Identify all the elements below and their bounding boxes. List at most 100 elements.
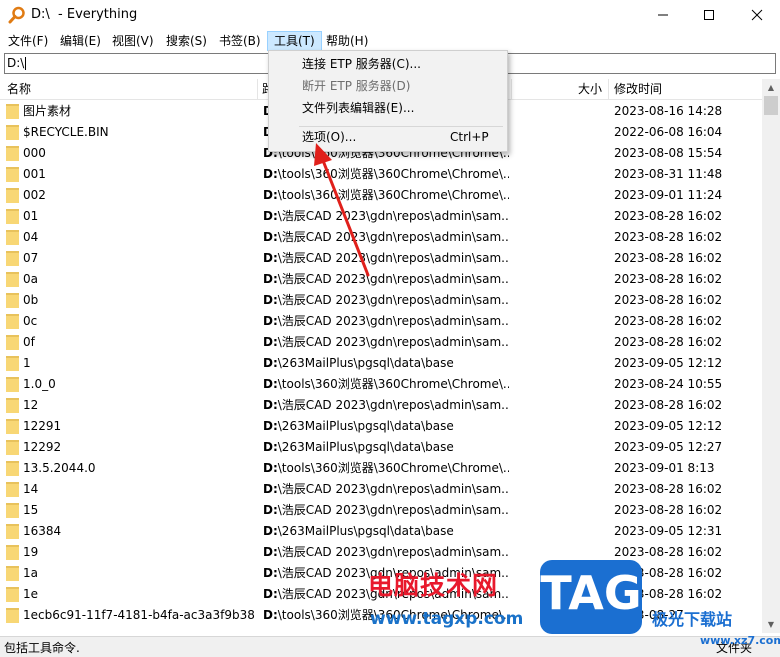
menu-item-file-list-editor[interactable]: 文件列表编辑器(E)... <box>269 97 507 119</box>
table-row[interactable]: 1.0_0 D:\tools\360浏览器\360Chrome\Chrome\..… <box>0 374 762 395</box>
column-divider[interactable] <box>608 79 609 100</box>
row-name: 0a <box>23 272 38 286</box>
table-row[interactable]: 001 D:\tools\360浏览器\360Chrome\Chrome\... 2… <box>0 164 762 185</box>
table-row[interactable]: 0f D:\浩辰CAD 2023\gdn\repos\admin\sam... 20… <box>0 332 762 353</box>
row-path-text: \浩辰CAD 2023\gdn\repos\admin\sam... <box>277 272 509 286</box>
row-modified: 2023-08-28 16:02 <box>614 230 723 244</box>
row-modified: 2023-08-28 16:02 <box>614 209 723 223</box>
table-row[interactable]: 002 D:\tools\360浏览器\360Chrome\Chrome\... 2… <box>0 185 762 206</box>
row-name: 0f <box>23 335 35 349</box>
row-path-text: \tools\360浏览器\360Chrome\Chrome\... <box>277 167 509 181</box>
row-drive: D: <box>263 314 278 328</box>
table-row[interactable]: 14 D:\浩辰CAD 2023\gdn\repos\admin\sam... 20… <box>0 479 762 500</box>
column-divider[interactable] <box>257 79 258 100</box>
menu-item-connect-etp[interactable]: 连接 ETP 服务器(C)... <box>269 53 507 75</box>
vertical-scrollbar[interactable]: ▲ ▼ <box>762 79 780 633</box>
watermark-site: 极光下载站 <box>652 610 733 629</box>
folder-icon <box>6 125 19 140</box>
row-modified: 2023-09-01 8:13 <box>614 461 715 475</box>
maximize-icon <box>704 10 714 20</box>
row-name: 12 <box>23 398 39 412</box>
table-row[interactable]: 0c D:\浩辰CAD 2023\gdn\repos\admin\sam... 20… <box>0 311 762 332</box>
table-row[interactable]: 19 D:\浩辰CAD 2023\gdn\repos\admin\sam... 20… <box>0 542 762 563</box>
row-name: 1 <box>23 356 31 370</box>
table-row[interactable]: 0a D:\浩辰CAD 2023\gdn\repos\admin\sam... 20… <box>0 269 762 290</box>
row-path: D:\浩辰CAD 2023\gdn\repos\admin\sam... <box>263 290 509 311</box>
row-modified: 2023-08-28 16:02 <box>614 545 723 559</box>
maximize-button[interactable] <box>686 0 732 30</box>
table-row[interactable]: 1 D:\263MailPlus\pgsql\data\base 2023-09-0… <box>0 353 762 374</box>
table-row[interactable]: 07 D:\浩辰CAD 2023\gdn\repos\admin\sam... 20… <box>0 248 762 269</box>
window-title: D:\ - Everything <box>31 7 138 22</box>
row-modified: 2023-08-24 10:55 <box>614 377 723 391</box>
column-divider[interactable] <box>511 79 512 100</box>
menu-item-options[interactable]: 选项(O)... Ctrl+P <box>269 126 507 148</box>
status-bar: 包括工具命令. 文件夹 <box>0 636 780 657</box>
menu-view[interactable]: 视图(V) <box>106 31 160 51</box>
folder-icon <box>6 230 19 245</box>
shortcut-label: Ctrl+P <box>450 130 489 144</box>
row-drive: D: <box>263 461 278 475</box>
row-modified: 2023-09-05 12:31 <box>614 524 723 538</box>
menu-bookmarks[interactable]: 书签(B) <box>213 31 267 51</box>
row-drive: D: <box>263 503 278 517</box>
folder-icon <box>6 419 19 434</box>
folder-icon <box>6 251 19 266</box>
minimize-button[interactable] <box>640 0 686 30</box>
close-button[interactable] <box>734 0 780 30</box>
row-drive: D: <box>263 482 278 496</box>
folder-icon <box>6 377 19 392</box>
folder-icon <box>6 587 19 602</box>
table-row[interactable]: 13.5.2044.0 D:\tools\360浏览器\360Chrome\Chr… <box>0 458 762 479</box>
row-name: $RECYCLE.BIN <box>23 125 109 139</box>
row-path: D:\tools\360浏览器\360Chrome\Chrome\... <box>263 185 509 206</box>
search-value: D:\ <box>7 56 25 70</box>
row-path: D:\浩辰CAD 2023\gdn\repos\admin\sam... <box>263 542 509 563</box>
folder-icon <box>6 524 19 539</box>
row-modified: 2023-08-28 16:02 <box>614 503 723 517</box>
table-row[interactable]: 12291 D:\263MailPlus\pgsql\data\base 2023-… <box>0 416 762 437</box>
row-name: 16384 <box>23 524 62 538</box>
folder-icon <box>6 482 19 497</box>
row-name: 12292 <box>23 440 62 454</box>
menu-search[interactable]: 搜索(S) <box>160 31 213 51</box>
row-modified: 2023-09-05 12:12 <box>614 419 723 433</box>
table-row[interactable]: 15 D:\浩辰CAD 2023\gdn\repos\admin\sam... 20… <box>0 500 762 521</box>
row-drive: D: <box>263 356 278 370</box>
row-path-text: \263MailPlus\pgsql\data\base <box>277 524 454 538</box>
menu-file[interactable]: 文件(F) <box>2 31 54 51</box>
row-modified: 2023-08-28 16:02 <box>614 251 723 265</box>
table-row[interactable]: 12 D:\浩辰CAD 2023\gdn\repos\admin\sam... 20… <box>0 395 762 416</box>
scroll-thumb[interactable] <box>764 96 778 115</box>
menu-tools[interactable]: 工具(T) <box>267 31 322 51</box>
menu-help[interactable]: 帮助(H) <box>320 31 374 51</box>
table-row[interactable]: 01 D:\浩辰CAD 2023\gdn\repos\admin\sam... 20… <box>0 206 762 227</box>
row-drive: D: <box>263 587 278 601</box>
row-name: 01 <box>23 209 39 223</box>
table-row[interactable]: 04 D:\浩辰CAD 2023\gdn\repos\admin\sam... 20… <box>0 227 762 248</box>
column-name[interactable]: 名称 <box>7 79 31 100</box>
column-size[interactable]: 大小 <box>578 79 602 100</box>
scroll-down-icon[interactable]: ▼ <box>762 616 780 633</box>
row-name: 1ecb6c91-11f7-4181-b4fa-ac3a3f9b38... <box>23 608 255 622</box>
scroll-up-icon[interactable]: ▲ <box>762 79 780 96</box>
row-path: D:\浩辰CAD 2023\gdn\repos\admin\sam... <box>263 479 509 500</box>
watermark-logo: TAG <box>540 560 642 634</box>
menu-edit[interactable]: 编辑(E) <box>54 31 107 51</box>
row-drive: D: <box>263 251 278 265</box>
row-modified: 2023-09-01 11:24 <box>614 188 723 202</box>
table-row[interactable]: 16384 D:\263MailPlus\pgsql\data\base 2023-… <box>0 521 762 542</box>
row-drive: D: <box>263 188 278 202</box>
folder-icon <box>6 461 19 476</box>
row-drive: D: <box>263 335 278 349</box>
row-name: 图片素材 <box>23 104 72 118</box>
row-path: D:\tools\360浏览器\360Chrome\Chrome\... <box>263 374 509 395</box>
table-row[interactable]: 0b D:\浩辰CAD 2023\gdn\repos\admin\sam... 20… <box>0 290 762 311</box>
column-modified[interactable]: 修改时间 <box>614 79 662 100</box>
row-name: 001 <box>23 167 46 181</box>
row-path-text: \浩辰CAD 2023\gdn\repos\admin\sam... <box>277 482 509 496</box>
row-modified: 2023-08-28 16:02 <box>614 272 723 286</box>
row-drive: D: <box>263 440 278 454</box>
row-path-text: \浩辰CAD 2023\gdn\repos\admin\sam... <box>277 503 509 517</box>
table-row[interactable]: 12292 D:\263MailPlus\pgsql\data\base 2023-… <box>0 437 762 458</box>
